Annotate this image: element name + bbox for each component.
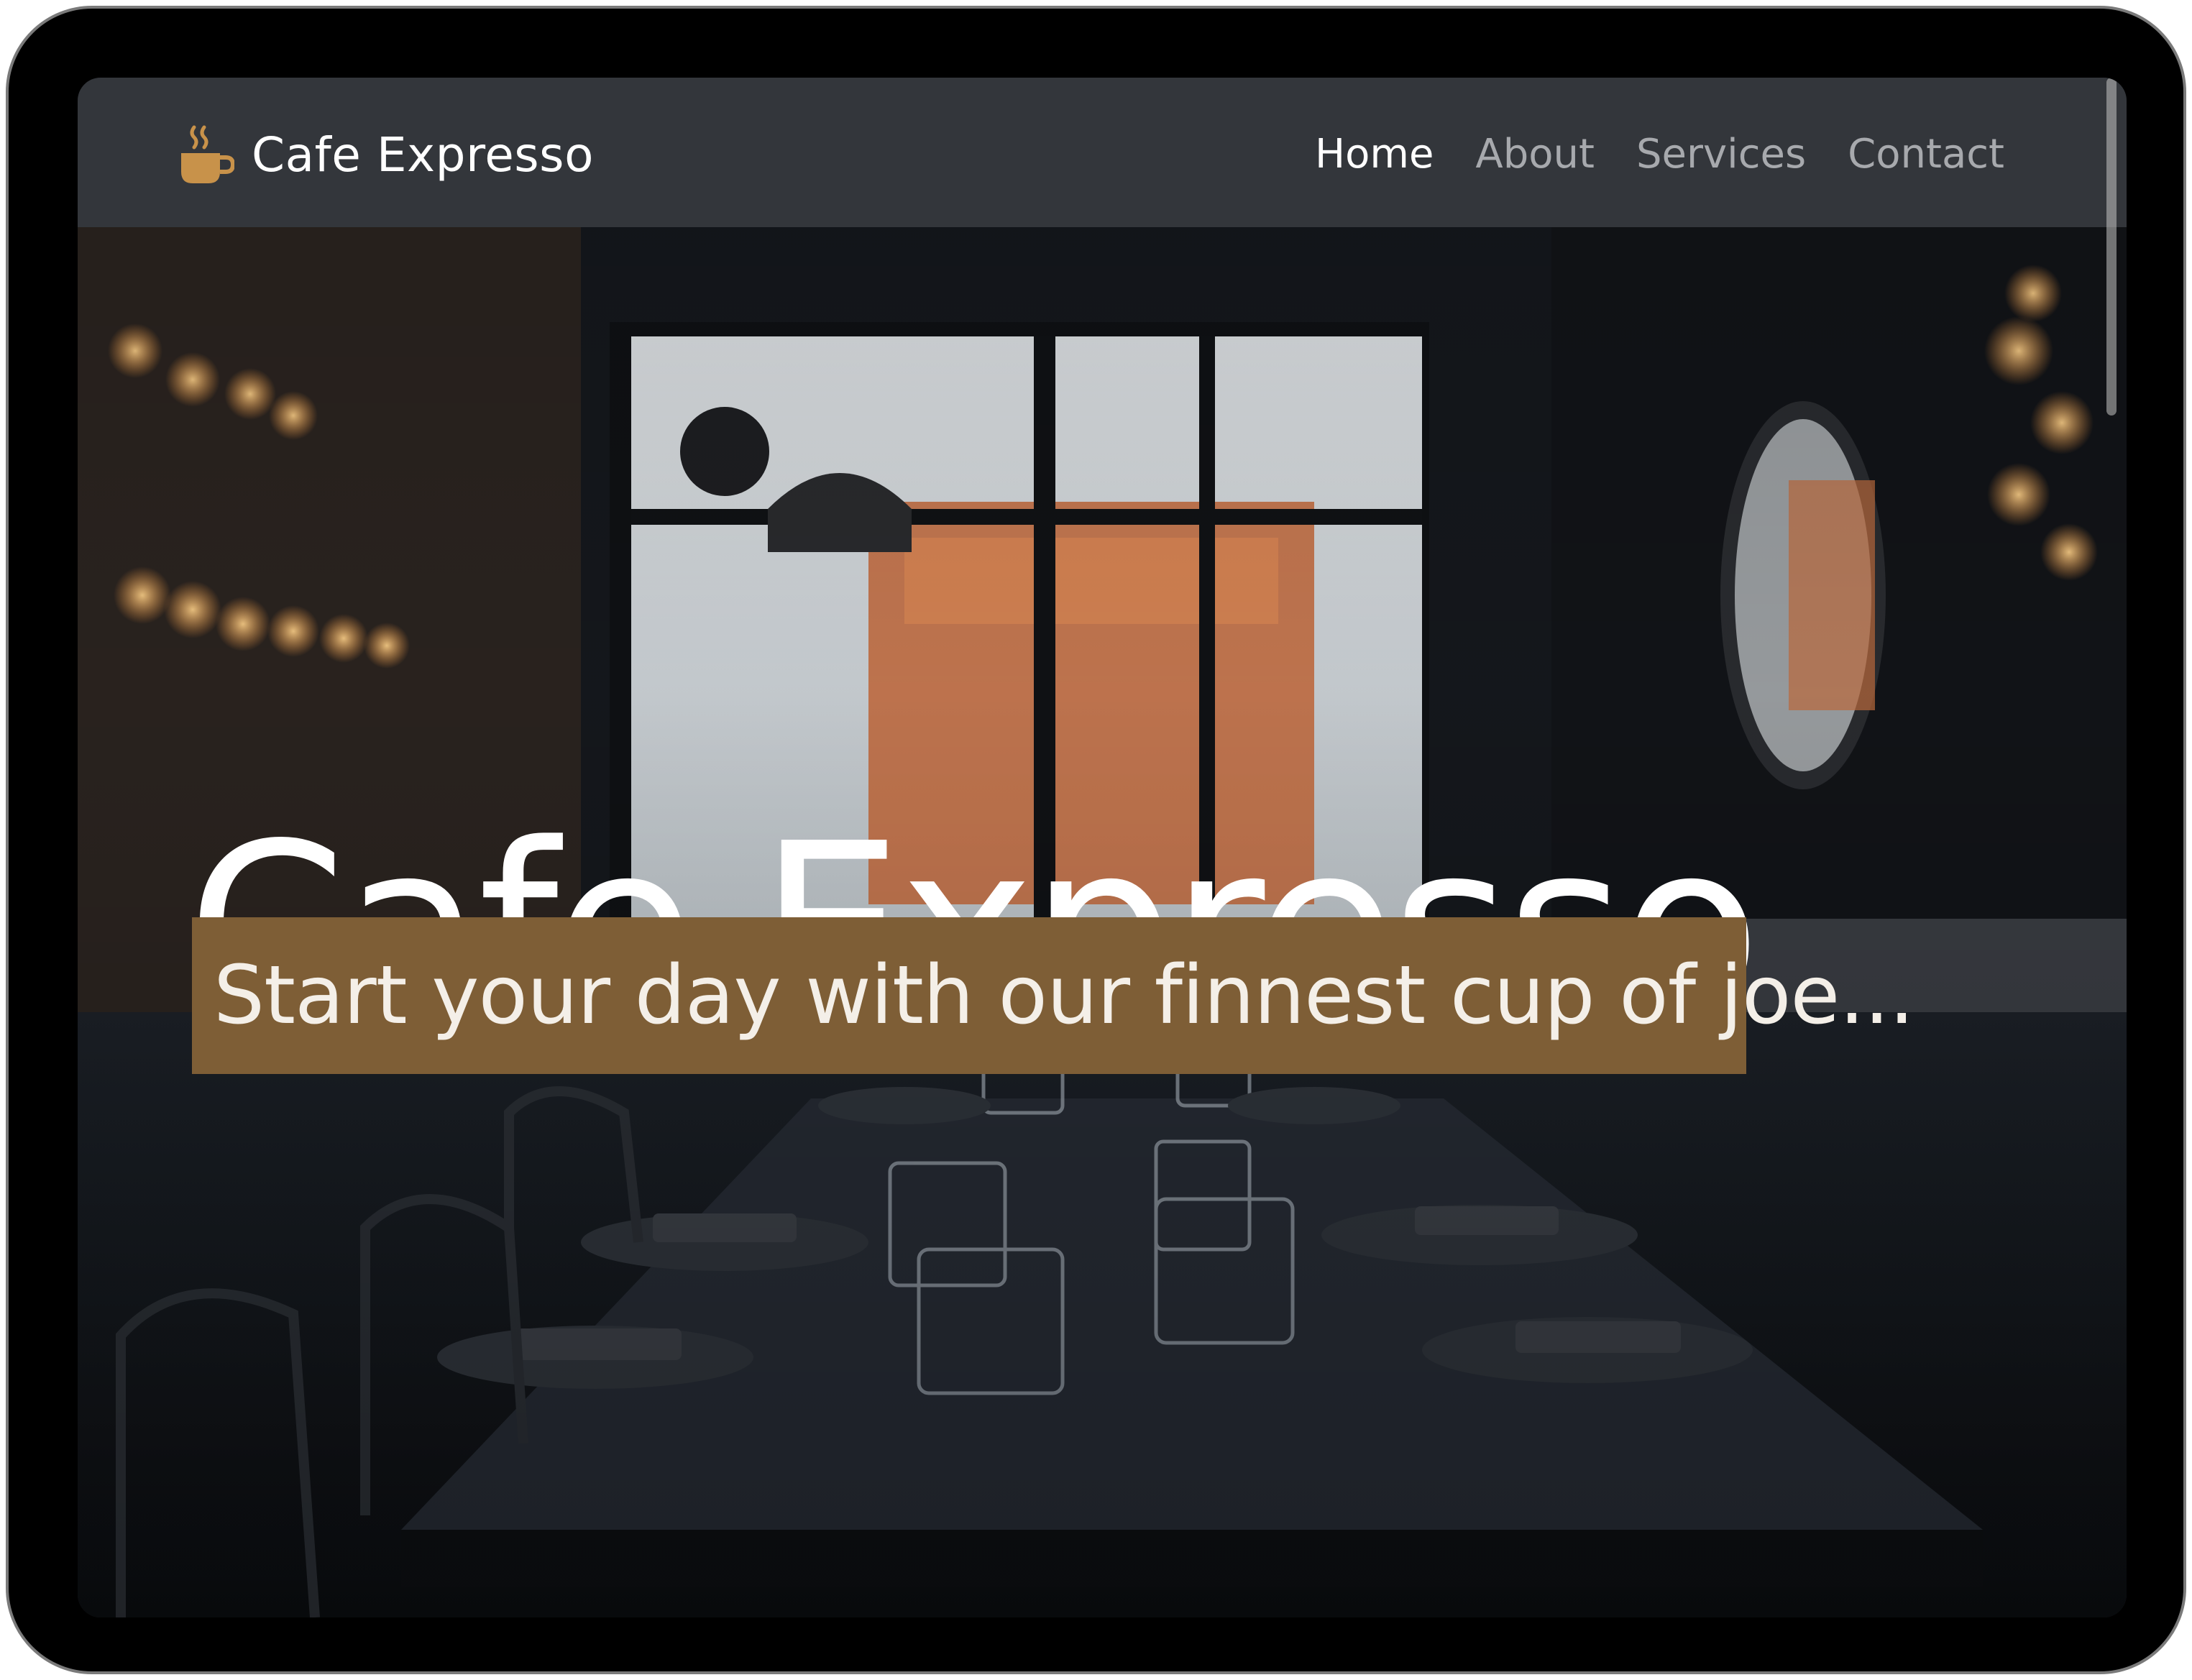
nav-home-link[interactable]: Home	[1315, 131, 1434, 178]
browser-viewport: Cafe Expresso Home About Services Contac…	[78, 78, 2127, 1617]
brand-name: Cafe Expresso	[252, 127, 594, 183]
tablet-frame: Cafe Expresso Home About Services Contac…	[6, 6, 2186, 1674]
nav-about-link[interactable]: About	[1475, 131, 1595, 178]
brand-link[interactable]: Cafe Expresso	[178, 122, 594, 187]
nav-services-link[interactable]: Services	[1636, 131, 1806, 178]
hero-tagline-banner: Start your day with our finnest cup of j…	[192, 917, 1914, 1074]
page-scrollbar[interactable]	[2106, 78, 2117, 416]
top-navbar: Cafe Expresso Home About Services Contac…	[78, 78, 2127, 227]
hero-tagline: Start your day with our finnest cup of j…	[214, 949, 1914, 1042]
nav-contact-link[interactable]: Contact	[1848, 131, 2004, 178]
coffee-cup-icon	[181, 125, 234, 183]
main-nav: Home About Services Contact	[1315, 124, 2004, 184]
